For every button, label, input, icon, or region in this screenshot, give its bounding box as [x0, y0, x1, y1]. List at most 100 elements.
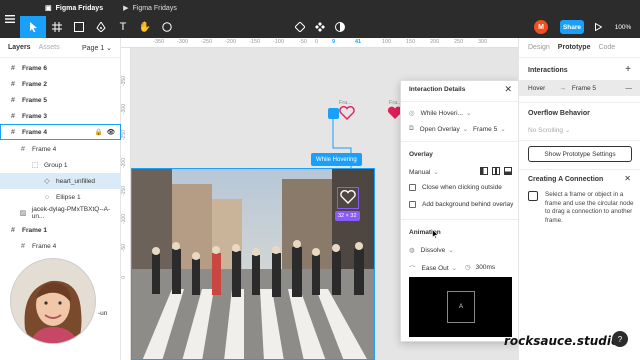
pen-tool[interactable]: [90, 16, 112, 38]
lock-icon[interactable]: 🔒: [95, 128, 103, 136]
layer-frame-3[interactable]: # Frame 3: [0, 108, 121, 124]
zoom-dropdown[interactable]: 100%: [608, 16, 638, 38]
layer-frame-1[interactable]: # Frame 1: [0, 222, 121, 238]
text-tool[interactable]: T: [112, 16, 134, 38]
destination-dropdown[interactable]: Frame 5 ⌄: [473, 125, 506, 134]
overlay-section-title: Overlay: [409, 151, 433, 158]
align-bottom-icon[interactable]: [504, 167, 512, 175]
arrow-icon: →: [559, 84, 566, 92]
properties-panel: Design Prototype Code Interactions + Hov…: [518, 38, 640, 360]
tab-code[interactable]: Code: [598, 44, 615, 51]
add-interaction-icon[interactable]: +: [625, 64, 631, 75]
page-selector[interactable]: Page 1 ⌄: [82, 44, 112, 52]
remove-interaction-icon[interactable]: —: [626, 85, 633, 92]
layer-frame-2[interactable]: # Frame 2: [0, 76, 121, 92]
tab-assets[interactable]: Assets: [39, 44, 60, 51]
avatar[interactable]: M: [534, 20, 548, 34]
frame-icon: [52, 22, 62, 32]
easing-dropdown[interactable]: ⌒ Ease Out ⌄: [409, 263, 457, 274]
action-dropdown[interactable]: ⧉ Open Overlay ⌄: [409, 125, 468, 133]
webcam-overlay: [10, 258, 96, 344]
tab-figma-fridays-2[interactable]: ▶ Figma Fridays: [113, 0, 187, 16]
layer-frame-5[interactable]: # Frame 5: [0, 92, 121, 108]
layer-frame-4-selected[interactable]: # Frame 4 🔒 👁: [0, 124, 121, 140]
layer-group-1[interactable]: ⬚ Group 1: [0, 157, 121, 173]
hand-icon: ✋: [138, 21, 152, 33]
layer-frame-4-child[interactable]: # Frame 4: [0, 141, 121, 157]
overflow-title: Overflow Behavior: [528, 110, 590, 117]
shape-tool[interactable]: [68, 16, 90, 38]
preview-frame: A: [447, 291, 475, 323]
checkbox[interactable]: [409, 201, 416, 208]
align-center-icon[interactable]: [492, 167, 500, 175]
add-background-checkbox[interactable]: Add background behind overlay: [409, 201, 513, 208]
show-prototype-settings-button[interactable]: Show Prototype Settings: [528, 146, 632, 162]
move-tool[interactable]: [20, 16, 46, 38]
duration-field[interactable]: ◷ 300ms: [465, 263, 495, 272]
frame-icon: #: [11, 80, 15, 88]
cursor-icon: [432, 229, 439, 239]
comment-tool[interactable]: [156, 16, 178, 38]
close-outside-checkbox[interactable]: Close when clicking outside: [409, 184, 502, 191]
checkbox[interactable]: [409, 184, 416, 191]
frame-icon: #: [11, 112, 15, 120]
popup-title: Interaction Details: [409, 86, 466, 93]
layers-panel-header: Layers Assets Page 1 ⌄: [0, 38, 120, 58]
group-icon: ⬚: [31, 162, 39, 169]
watermark: rocksauce.studio: [504, 334, 620, 348]
frame-icon: #: [11, 64, 15, 72]
align-left-icon[interactable]: [480, 167, 488, 175]
text-icon: T: [119, 21, 127, 33]
while-hovering-badge[interactable]: While Hovering: [311, 153, 362, 166]
size-badge: 32 × 32: [335, 211, 360, 221]
play-icon: ▶: [123, 5, 129, 12]
contrast-tool[interactable]: [332, 16, 348, 38]
layer-heart-unfilled[interactable]: ◇ heart_unfilled: [0, 173, 121, 189]
contrast-icon: [335, 22, 345, 32]
trigger-dropdown[interactable]: ◎ While Hoveri... ⌄: [409, 109, 471, 118]
present-button[interactable]: [592, 16, 604, 38]
layer-frame-4-child-2[interactable]: # Frame 4: [0, 238, 121, 254]
hand-tool[interactable]: ✋: [134, 16, 156, 38]
share-button[interactable]: Share: [560, 20, 584, 34]
tidy-tool[interactable]: [292, 16, 308, 38]
frame-icon: #: [11, 128, 15, 136]
frame-icon: #: [21, 242, 25, 250]
position-dropdown[interactable]: Manual ⌄: [409, 168, 439, 177]
action-icon: ⧉: [409, 125, 414, 132]
menu-icon[interactable]: [0, 0, 20, 38]
animation-type-dropdown[interactable]: ◍ Dissolve ⌄: [409, 246, 454, 255]
close-icon[interactable]: ✕: [624, 174, 631, 183]
connection-description: Select a frame or object in a frame and …: [545, 191, 634, 224]
ruler-top: -350 -300 -250 -200 -150 -100 -50 0 9 41…: [121, 38, 518, 48]
frame-icon: #: [21, 145, 25, 153]
photo-frame[interactable]: 32 × 32: [131, 168, 375, 360]
tab-layers[interactable]: Layers: [8, 44, 31, 51]
layer-image[interactable]: ▨ jacek-dylag-PMxTBXtQ--A-un...: [0, 205, 121, 221]
heart-outline-icon[interactable]: [340, 189, 356, 205]
tab-design[interactable]: Design: [528, 44, 550, 51]
interactions-title: Interactions: [528, 67, 568, 74]
pointer-icon: [29, 22, 37, 32]
overflow-dropdown[interactable]: No Scrolling ⌄: [528, 126, 570, 134]
frame-icon: #: [11, 226, 15, 234]
tab-prototype[interactable]: Prototype: [558, 44, 591, 51]
close-icon[interactable]: ✕: [504, 84, 512, 95]
file-icon: ▣: [45, 5, 52, 12]
frame-tool[interactable]: [46, 16, 68, 38]
interaction-details-popup: Interaction Details ✕ ◎ While Hoveri... ⌄…: [400, 80, 520, 342]
pen-icon: [96, 22, 106, 32]
eye-icon[interactable]: 👁: [107, 128, 115, 136]
interaction-row[interactable]: Hover → Frame 5 —: [519, 80, 640, 96]
layer-frame-6[interactable]: # Frame 6: [0, 60, 121, 76]
comment-icon: [162, 22, 172, 32]
dissolve-icon: ◍: [409, 247, 415, 254]
image-icon: ▨: [19, 210, 27, 217]
help-button[interactable]: ?: [612, 331, 628, 347]
layer-ellipse-1[interactable]: ○ Ellipse 1: [0, 189, 121, 205]
file-tabs: ▣ Figma Fridays ▶ Figma Fridays: [35, 0, 187, 16]
component-tool[interactable]: [312, 16, 328, 38]
layer-partial: -un: [98, 309, 108, 317]
frame-icon: #: [11, 96, 15, 104]
tab-figma-fridays-1[interactable]: ▣ Figma Fridays: [35, 0, 113, 16]
